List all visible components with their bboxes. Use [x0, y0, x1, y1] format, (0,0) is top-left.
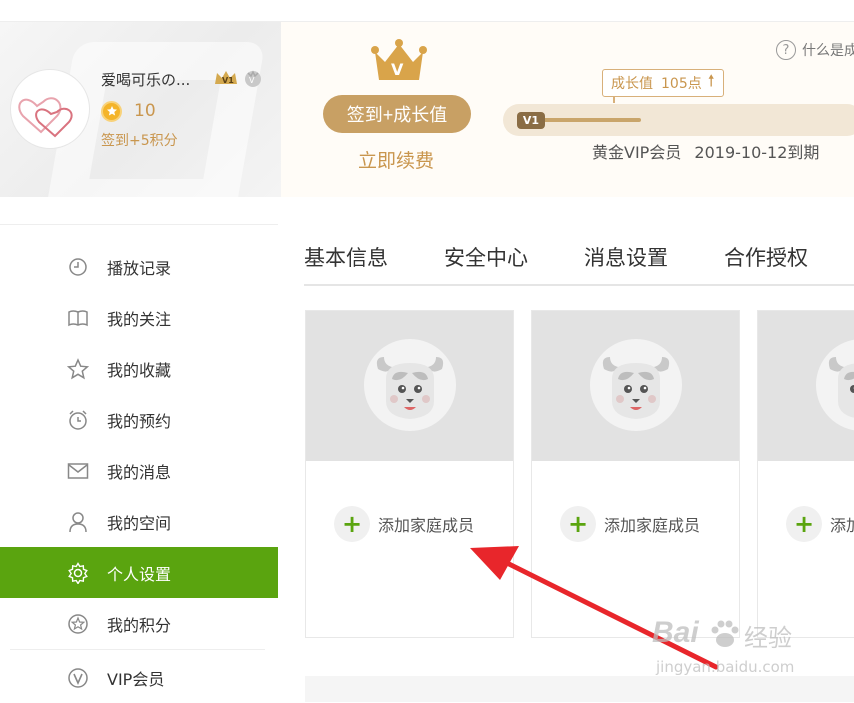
top-gap: [0, 0, 854, 22]
add-family-member-button[interactable]: + 添加家庭成员: [560, 506, 700, 542]
avatar[interactable]: [10, 69, 90, 149]
tab-basic-info[interactable]: 基本信息: [304, 242, 388, 272]
help-text: 什么是成: [802, 40, 854, 60]
family-member-card[interactable]: + 添加家庭成员: [531, 310, 740, 638]
sidebar-item-label: VIP会员: [107, 666, 164, 690]
deer-mascot-icon: [590, 339, 682, 431]
growth-tooltip: 成长值 105点 🠕: [602, 69, 724, 97]
plus-icon: +: [560, 506, 596, 542]
vip-panel: V 签到+成长值 立即续费 ? 什么是成 成长值 105点 🠕 V1 黄金VIP…: [281, 22, 854, 197]
gear-icon: [67, 562, 89, 584]
sidebar-item-label: 我的收藏: [107, 357, 171, 381]
crown-icon: V: [371, 38, 427, 86]
question-icon: ?: [776, 40, 796, 60]
help-link[interactable]: ? 什么是成: [776, 40, 854, 60]
sidebar-item-points[interactable]: 我的积分: [0, 598, 278, 649]
svg-text:V1: V1: [222, 76, 234, 85]
membership-type: 黄金VIP会员: [592, 143, 681, 162]
watermark-url: jingyan.baidu.com: [656, 658, 794, 676]
add-family-member-label: 添加: [830, 512, 854, 536]
vip-expiry: 黄金VIP会员 2019-10-12到期: [592, 139, 819, 163]
arrow-up-icon: 🠕: [708, 70, 715, 97]
sidebar-item-label: 我的预约: [107, 408, 171, 432]
vip-level-badge-icon[interactable]: V1: [213, 68, 239, 88]
add-family-member-button[interactable]: + 添加家庭成员: [334, 506, 474, 542]
bottom-strip: [305, 676, 854, 702]
clock-icon: [67, 256, 89, 278]
sidebar-item-vip[interactable]: VIP会员: [0, 652, 278, 703]
coin-icon: [101, 101, 122, 122]
coin-value: 10: [134, 101, 156, 121]
sidebar-item-history[interactable]: 播放记录: [0, 241, 278, 292]
sidebar-item-label: 我的关注: [107, 306, 171, 330]
expiry-date: 2019-10-12到期: [694, 143, 819, 162]
add-family-member-label: 添加家庭成员: [604, 512, 700, 536]
user-panel: 爱喝可乐の... V1 V 10 签到+5积分: [0, 22, 281, 197]
signin-button[interactable]: 签到+成长值: [323, 95, 471, 133]
family-member-card[interactable]: + 添加家庭成员: [305, 310, 514, 638]
sidebar: 播放记录 我的关注 我的收藏 我的预约 我的消息 我的空间 个人设置: [0, 224, 278, 702]
coin-row: 10: [101, 100, 156, 122]
family-member-card[interactable]: + 添加: [757, 310, 854, 638]
sidebar-item-space[interactable]: 我的空间: [0, 496, 278, 547]
sidebar-item-favorites[interactable]: 我的收藏: [0, 343, 278, 394]
growth-progress-fill: [533, 118, 641, 122]
svg-text:V: V: [391, 60, 404, 79]
mail-icon: [67, 460, 89, 482]
tab-message-settings[interactable]: 消息设置: [584, 242, 668, 272]
points-icon: [67, 613, 89, 635]
card-image-area: [532, 311, 739, 461]
renew-link[interactable]: 立即续费: [358, 146, 434, 173]
svg-text:V: V: [249, 76, 255, 85]
sidebar-item-following[interactable]: 我的关注: [0, 292, 278, 343]
sidebar-divider: [10, 649, 265, 650]
plus-icon: +: [786, 506, 822, 542]
growth-progress-bar: [503, 104, 854, 136]
sidebar-item-label: 我的积分: [107, 612, 171, 636]
alarm-icon: [67, 409, 89, 431]
sidebar-item-label: 播放记录: [107, 255, 171, 279]
card-image-area: [758, 311, 854, 461]
deer-mascot-icon: [816, 339, 854, 431]
hearts-avatar-icon: [11, 70, 90, 149]
level-badge: V1: [517, 112, 545, 129]
star-icon: [67, 358, 89, 380]
growth-points: 105点: [661, 73, 702, 93]
user-icon: [67, 511, 89, 533]
sidebar-item-settings[interactable]: 个人设置: [0, 547, 278, 598]
growth-label: 成长值: [611, 73, 653, 93]
deer-mascot-icon: [364, 339, 456, 431]
tab-security[interactable]: 安全中心: [444, 242, 528, 272]
sidebar-item-label: 我的消息: [107, 459, 171, 483]
sidebar-item-reservations[interactable]: 我的预约: [0, 394, 278, 445]
sign-points-link[interactable]: 签到+5积分: [101, 130, 178, 150]
plus-icon: +: [334, 506, 370, 542]
vip-icon: [67, 667, 89, 689]
sidebar-item-messages[interactable]: 我的消息: [0, 445, 278, 496]
add-family-member-button[interactable]: + 添加: [786, 506, 854, 542]
sidebar-item-label: 我的空间: [107, 510, 171, 534]
card-image-area: [306, 311, 513, 461]
book-icon: [67, 307, 89, 329]
username[interactable]: 爱喝可乐の...: [101, 69, 190, 90]
tab-authorization[interactable]: 合作授权: [724, 242, 808, 272]
add-family-member-label: 添加家庭成员: [378, 512, 474, 536]
sidebar-item-label: 个人设置: [107, 561, 171, 585]
settings-tabs: 基本信息 安全中心 消息设置 合作授权: [304, 226, 854, 286]
grey-badge-icon[interactable]: V: [243, 68, 263, 88]
